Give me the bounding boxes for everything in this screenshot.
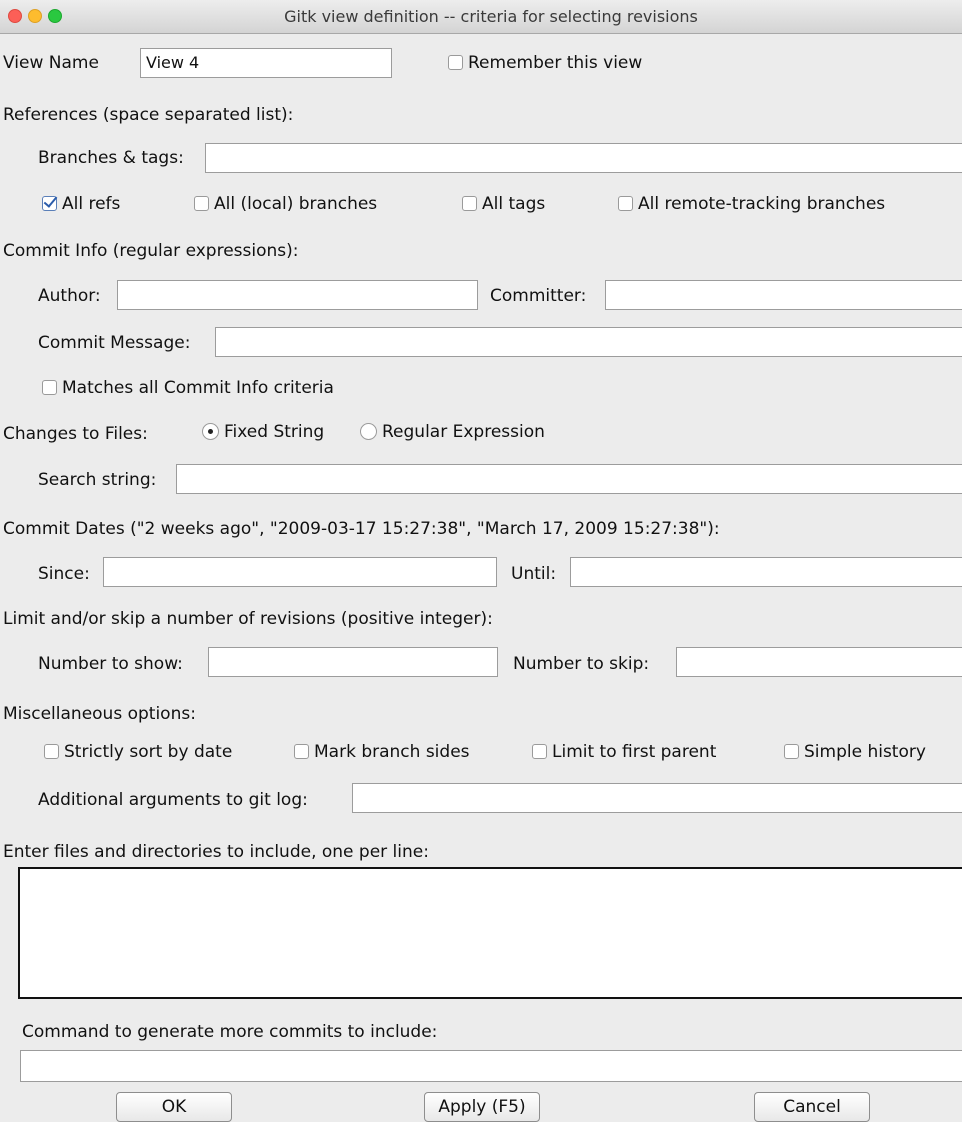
command-heading: Command to generate more commits to incl… (22, 1022, 438, 1042)
until-label: Until: (511, 564, 557, 584)
commit-message-label: Commit Message: (38, 333, 191, 353)
checkbox-checked-icon (42, 196, 57, 211)
first-parent-checkbox[interactable]: Limit to first parent (532, 742, 716, 762)
fixed-string-radio[interactable]: Fixed String (202, 422, 324, 442)
since-input[interactable] (103, 557, 497, 587)
additional-args-label: Additional arguments to git log: (38, 790, 308, 810)
commit-message-input[interactable] (215, 327, 962, 357)
checkbox-icon (194, 196, 209, 211)
cancel-button[interactable]: Cancel (754, 1092, 870, 1122)
simple-history-checkbox[interactable]: Simple history (784, 742, 926, 762)
ok-button[interactable]: OK (116, 1092, 232, 1122)
misc-options-heading: Miscellaneous options: (3, 704, 196, 724)
regular-expression-radio[interactable]: Regular Expression (360, 422, 545, 442)
checkbox-icon (294, 744, 309, 759)
mark-branch-sides-checkbox[interactable]: Mark branch sides (294, 742, 470, 762)
simple-history-label: Simple history (804, 742, 926, 762)
author-input[interactable] (117, 280, 478, 310)
apply-button[interactable]: Apply (F5) (424, 1092, 540, 1122)
strict-sort-checkbox[interactable]: Strictly sort by date (44, 742, 232, 762)
regular-expression-label: Regular Expression (382, 422, 545, 442)
remember-view-checkbox[interactable]: Remember this view (448, 53, 642, 73)
additional-args-input[interactable] (352, 783, 962, 813)
radio-icon (360, 423, 377, 440)
command-input[interactable] (20, 1050, 962, 1082)
checkbox-icon (44, 744, 59, 759)
first-parent-label: Limit to first parent (552, 742, 717, 762)
checkbox-icon (42, 380, 57, 395)
checkbox-icon (448, 55, 463, 70)
references-heading: References (space separated list): (3, 105, 294, 125)
number-to-show-input[interactable] (208, 647, 498, 677)
checkbox-icon (784, 744, 799, 759)
strict-sort-label: Strictly sort by date (64, 742, 233, 762)
commit-dates-heading: Commit Dates ("2 weeks ago", "2009-03-17… (3, 519, 720, 539)
window-title: Gitk view definition -- criteria for sel… (284, 7, 698, 26)
checkbox-icon (618, 196, 633, 211)
radio-selected-icon (202, 423, 219, 440)
all-remote-branches-label: All remote-tracking branches (638, 194, 886, 214)
all-remote-branches-checkbox[interactable]: All remote-tracking branches (618, 194, 885, 214)
committer-input[interactable] (605, 280, 962, 310)
checkbox-icon (532, 744, 547, 759)
all-refs-label: All refs (62, 194, 121, 214)
since-label: Since: (38, 564, 90, 584)
until-input[interactable] (570, 557, 962, 587)
limit-heading: Limit and/or skip a number of revisions … (3, 609, 493, 629)
all-local-branches-label: All (local) branches (214, 194, 378, 214)
commit-info-heading: Commit Info (regular expressions): (3, 241, 299, 261)
title-bar: Gitk view definition -- criteria for sel… (0, 0, 962, 34)
all-local-branches-checkbox[interactable]: All (local) branches (194, 194, 377, 214)
branches-tags-label: Branches & tags: (38, 148, 184, 168)
files-heading: Enter files and directories to include, … (3, 842, 429, 862)
author-label: Author: (38, 286, 101, 306)
number-to-skip-input[interactable] (676, 647, 962, 677)
files-textarea[interactable] (18, 867, 962, 999)
fixed-string-label: Fixed String (224, 422, 325, 442)
all-refs-checkbox[interactable]: All refs (42, 194, 120, 214)
search-string-input[interactable] (176, 464, 962, 494)
all-tags-checkbox[interactable]: All tags (462, 194, 545, 214)
view-name-input[interactable]: View 4 (140, 48, 392, 78)
matches-all-label: Matches all Commit Info criteria (62, 378, 334, 398)
remember-view-label: Remember this view (468, 53, 643, 73)
search-string-label: Search string: (38, 470, 157, 490)
matches-all-checkbox[interactable]: Matches all Commit Info criteria (42, 378, 334, 398)
checkbox-icon (462, 196, 477, 211)
committer-label: Committer: (490, 286, 587, 306)
all-tags-label: All tags (482, 194, 546, 214)
number-to-show-label: Number to show: (38, 654, 183, 674)
mark-branch-sides-label: Mark branch sides (314, 742, 470, 762)
changes-to-files-label: Changes to Files: (3, 424, 148, 444)
number-to-skip-label: Number to skip: (513, 654, 650, 674)
view-name-label: View Name (3, 53, 99, 73)
branches-tags-input[interactable] (205, 143, 962, 173)
